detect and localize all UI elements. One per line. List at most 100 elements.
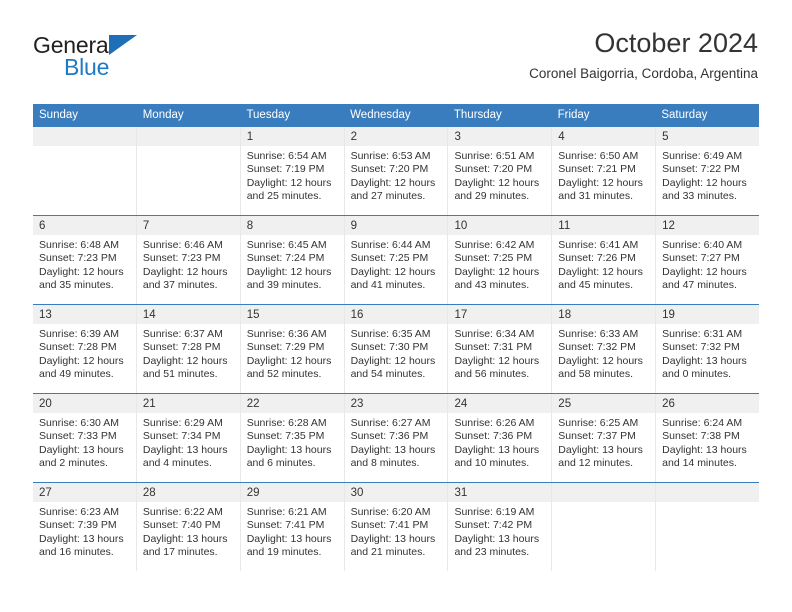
page-subtitle: Coronel Baigorria, Cordoba, Argentina (529, 66, 758, 81)
page-title: October 2024 (594, 28, 758, 58)
day-cell[interactable]: 16 Sunrise: 6:35 AM Sunset: 7:30 PM Dayligh… (344, 305, 449, 393)
sunrise-time: Sunrise: 6:27 AM (350, 417, 431, 429)
sunrise-time: Sunrise: 6:33 AM (558, 328, 639, 340)
day-details: Sunrise: 6:53 AM Sunset: 7:20 PM Daylight:… (345, 146, 448, 204)
sunrise-time: Sunrise: 6:22 AM (142, 506, 223, 518)
day-number: 9 (344, 216, 448, 235)
weekday-saturday: Saturday (661, 109, 708, 121)
daylight-duration: Daylight: 13 hours and 0 minutes. (662, 354, 747, 381)
day-details: Sunrise: 6:20 AM Sunset: 7:41 PM Daylight:… (345, 502, 448, 560)
day-cell[interactable]: 10 Sunrise: 6:42 AM Sunset: 7:25 PM Dayligh… (448, 216, 553, 304)
day-number: 10 (448, 216, 552, 235)
sunrise-time: Sunrise: 6:39 AM (39, 328, 119, 340)
day-number: 11 (552, 216, 656, 235)
day-cell[interactable]: 27 Sunrise: 6:23 AM Sunset: 7:39 PM Dayligh… (33, 483, 137, 571)
day-cell[interactable]: 5 Sunrise: 6:49 AM Sunset: 7:22 PM Daylight… (656, 127, 760, 215)
week-row: 6 Sunrise: 6:48 AM Sunset: 7:23 PM Daylight… (33, 215, 760, 304)
day-cell[interactable]: 20 Sunrise: 6:30 AM Sunset: 7:33 PM Dayligh… (33, 394, 137, 482)
day-number: 20 (33, 394, 136, 413)
page-header: General Blue October 2024 Coronel Baigor… (33, 26, 758, 96)
day-cell[interactable]: 12 Sunrise: 6:40 AM Sunset: 7:27 PM Dayligh… (656, 216, 760, 304)
sunset-time: Sunset: 7:28 PM (142, 341, 221, 354)
day-cell[interactable]: 18 Sunrise: 6:33 AM Sunset: 7:32 PM Dayligh… (552, 305, 657, 393)
daylight-duration: Daylight: 12 hours and 51 minutes. (142, 354, 228, 381)
day-details: Sunrise: 6:39 AM Sunset: 7:28 PM Daylight:… (33, 324, 136, 382)
day-cell[interactable]: 13 Sunrise: 6:39 AM Sunset: 7:28 PM Dayligh… (33, 305, 137, 393)
day-cell[interactable]: 7 Sunrise: 6:46 AM Sunset: 7:23 PM Daylight… (136, 216, 241, 304)
day-number: 8 (240, 216, 344, 235)
day-number: 15 (240, 305, 344, 324)
day-cell[interactable]: 19 Sunrise: 6:31 AM Sunset: 7:32 PM Dayligh… (656, 305, 760, 393)
day-number: 3 (448, 127, 552, 146)
day-cell[interactable]: 28 Sunrise: 6:22 AM Sunset: 7:40 PM Dayligh… (136, 483, 241, 571)
sunset-time: Sunset: 7:40 PM (142, 519, 221, 532)
sunrise-time: Sunrise: 6:37 AM (142, 328, 223, 340)
daylight-duration: Daylight: 12 hours and 39 minutes. (246, 265, 332, 292)
weekday-thursday: Thursday (453, 109, 502, 121)
sunset-time: Sunset: 7:41 PM (350, 519, 429, 532)
sunrise-time: Sunrise: 6:50 AM (558, 150, 639, 162)
calendar-page: General Blue October 2024 Coronel Baigor… (0, 0, 792, 612)
sunset-time: Sunset: 7:25 PM (454, 252, 533, 265)
day-number (552, 483, 656, 502)
sunset-time: Sunset: 7:20 PM (454, 163, 533, 176)
day-number (656, 483, 760, 502)
day-cell[interactable]: 21 Sunrise: 6:29 AM Sunset: 7:34 PM Dayligh… (136, 394, 241, 482)
sunrise-time: Sunrise: 6:31 AM (662, 328, 743, 340)
day-details: Sunrise: 6:48 AM Sunset: 7:23 PM Daylight:… (33, 235, 136, 293)
day-cell[interactable]: 17 Sunrise: 6:34 AM Sunset: 7:31 PM Dayligh… (448, 305, 553, 393)
day-details: Sunrise: 6:35 AM Sunset: 7:30 PM Daylight:… (345, 324, 448, 382)
sunrise-time: Sunrise: 6:44 AM (350, 239, 431, 251)
sunset-time: Sunset: 7:36 PM (454, 430, 533, 443)
day-cell[interactable]: 6 Sunrise: 6:48 AM Sunset: 7:23 PM Daylight… (33, 216, 137, 304)
sunset-time: Sunset: 7:27 PM (662, 252, 740, 265)
sunset-time: Sunset: 7:41 PM (246, 519, 325, 532)
day-details: Sunrise: 6:29 AM Sunset: 7:34 PM Daylight:… (137, 413, 240, 471)
daylight-duration: Daylight: 13 hours and 4 minutes. (142, 443, 228, 470)
sunrise-time: Sunrise: 6:21 AM (246, 506, 327, 518)
sunset-time: Sunset: 7:26 PM (558, 252, 636, 265)
day-details: Sunrise: 6:31 AM Sunset: 7:32 PM Daylight:… (656, 324, 759, 382)
daylight-duration: Daylight: 12 hours and 33 minutes. (662, 176, 747, 203)
daylight-duration: Daylight: 13 hours and 8 minutes. (350, 443, 436, 470)
title-block: October 2024 Coronel Baigorria, Cordoba,… (529, 26, 758, 84)
day-details: Sunrise: 6:19 AM Sunset: 7:42 PM Daylight:… (448, 502, 551, 560)
day-cell[interactable]: 25 Sunrise: 6:25 AM Sunset: 7:37 PM Dayligh… (552, 394, 657, 482)
day-cell[interactable]: 11 Sunrise: 6:41 AM Sunset: 7:26 PM Dayligh… (552, 216, 657, 304)
logo-text-blue: Blue (64, 54, 110, 80)
day-cell[interactable]: 30 Sunrise: 6:20 AM Sunset: 7:41 PM Dayligh… (344, 483, 449, 571)
day-cell[interactable]: 8 Sunrise: 6:45 AM Sunset: 7:24 PM Daylight… (240, 216, 345, 304)
day-cell[interactable]: 2 Sunrise: 6:53 AM Sunset: 7:20 PM Daylight… (344, 127, 449, 215)
day-cell[interactable]: 15 Sunrise: 6:36 AM Sunset: 7:29 PM Dayligh… (240, 305, 345, 393)
daylight-duration: Daylight: 13 hours and 10 minutes. (454, 443, 540, 470)
day-number: 23 (344, 394, 448, 413)
day-cell[interactable]: 14 Sunrise: 6:37 AM Sunset: 7:28 PM Dayligh… (136, 305, 241, 393)
day-number: 1 (240, 127, 344, 146)
sunset-time: Sunset: 7:22 PM (662, 163, 740, 176)
day-number: 7 (136, 216, 240, 235)
general-blue-logo[interactable]: General Blue (33, 32, 213, 88)
day-cell[interactable]: 31 Sunrise: 6:19 AM Sunset: 7:42 PM Dayligh… (448, 483, 553, 571)
day-cell[interactable]: 4 Sunrise: 6:50 AM Sunset: 7:21 PM Daylight… (552, 127, 657, 215)
day-cell[interactable]: 24 Sunrise: 6:26 AM Sunset: 7:36 PM Dayligh… (448, 394, 553, 482)
sunrise-time: Sunrise: 6:51 AM (454, 150, 535, 162)
day-cell[interactable]: 9 Sunrise: 6:44 AM Sunset: 7:25 PM Daylight… (344, 216, 449, 304)
day-cell[interactable]: 23 Sunrise: 6:27 AM Sunset: 7:36 PM Dayligh… (344, 394, 449, 482)
daylight-duration: Daylight: 13 hours and 17 minutes. (142, 532, 228, 559)
day-details: Sunrise: 6:46 AM Sunset: 7:23 PM Daylight:… (137, 235, 240, 293)
day-number: 22 (240, 394, 344, 413)
sunset-time: Sunset: 7:32 PM (558, 341, 636, 354)
weekday-header-row: Sunday Monday Tuesday Wednesday Thursday… (33, 104, 759, 127)
sunrise-time: Sunrise: 6:19 AM (454, 506, 535, 518)
sunrise-time: Sunrise: 6:35 AM (350, 328, 431, 340)
day-cell[interactable]: 29 Sunrise: 6:21 AM Sunset: 7:41 PM Dayligh… (240, 483, 345, 571)
day-cell[interactable]: 1 Sunrise: 6:54 AM Sunset: 7:19 PM Daylight… (240, 127, 345, 215)
day-cell[interactable]: 22 Sunrise: 6:28 AM Sunset: 7:35 PM Dayligh… (240, 394, 345, 482)
day-cell[interactable]: 3 Sunrise: 6:51 AM Sunset: 7:20 PM Daylight… (448, 127, 553, 215)
week-row: 13 Sunrise: 6:39 AM Sunset: 7:28 PM Dayligh… (33, 304, 760, 393)
day-cell[interactable]: 26 Sunrise: 6:24 AM Sunset: 7:38 PM Dayligh… (656, 394, 760, 482)
day-details: Sunrise: 6:40 AM Sunset: 7:27 PM Daylight:… (656, 235, 759, 293)
sunrise-time: Sunrise: 6:24 AM (662, 417, 743, 429)
sunrise-time: Sunrise: 6:30 AM (39, 417, 119, 429)
daylight-duration: Daylight: 12 hours and 56 minutes. (454, 354, 540, 381)
